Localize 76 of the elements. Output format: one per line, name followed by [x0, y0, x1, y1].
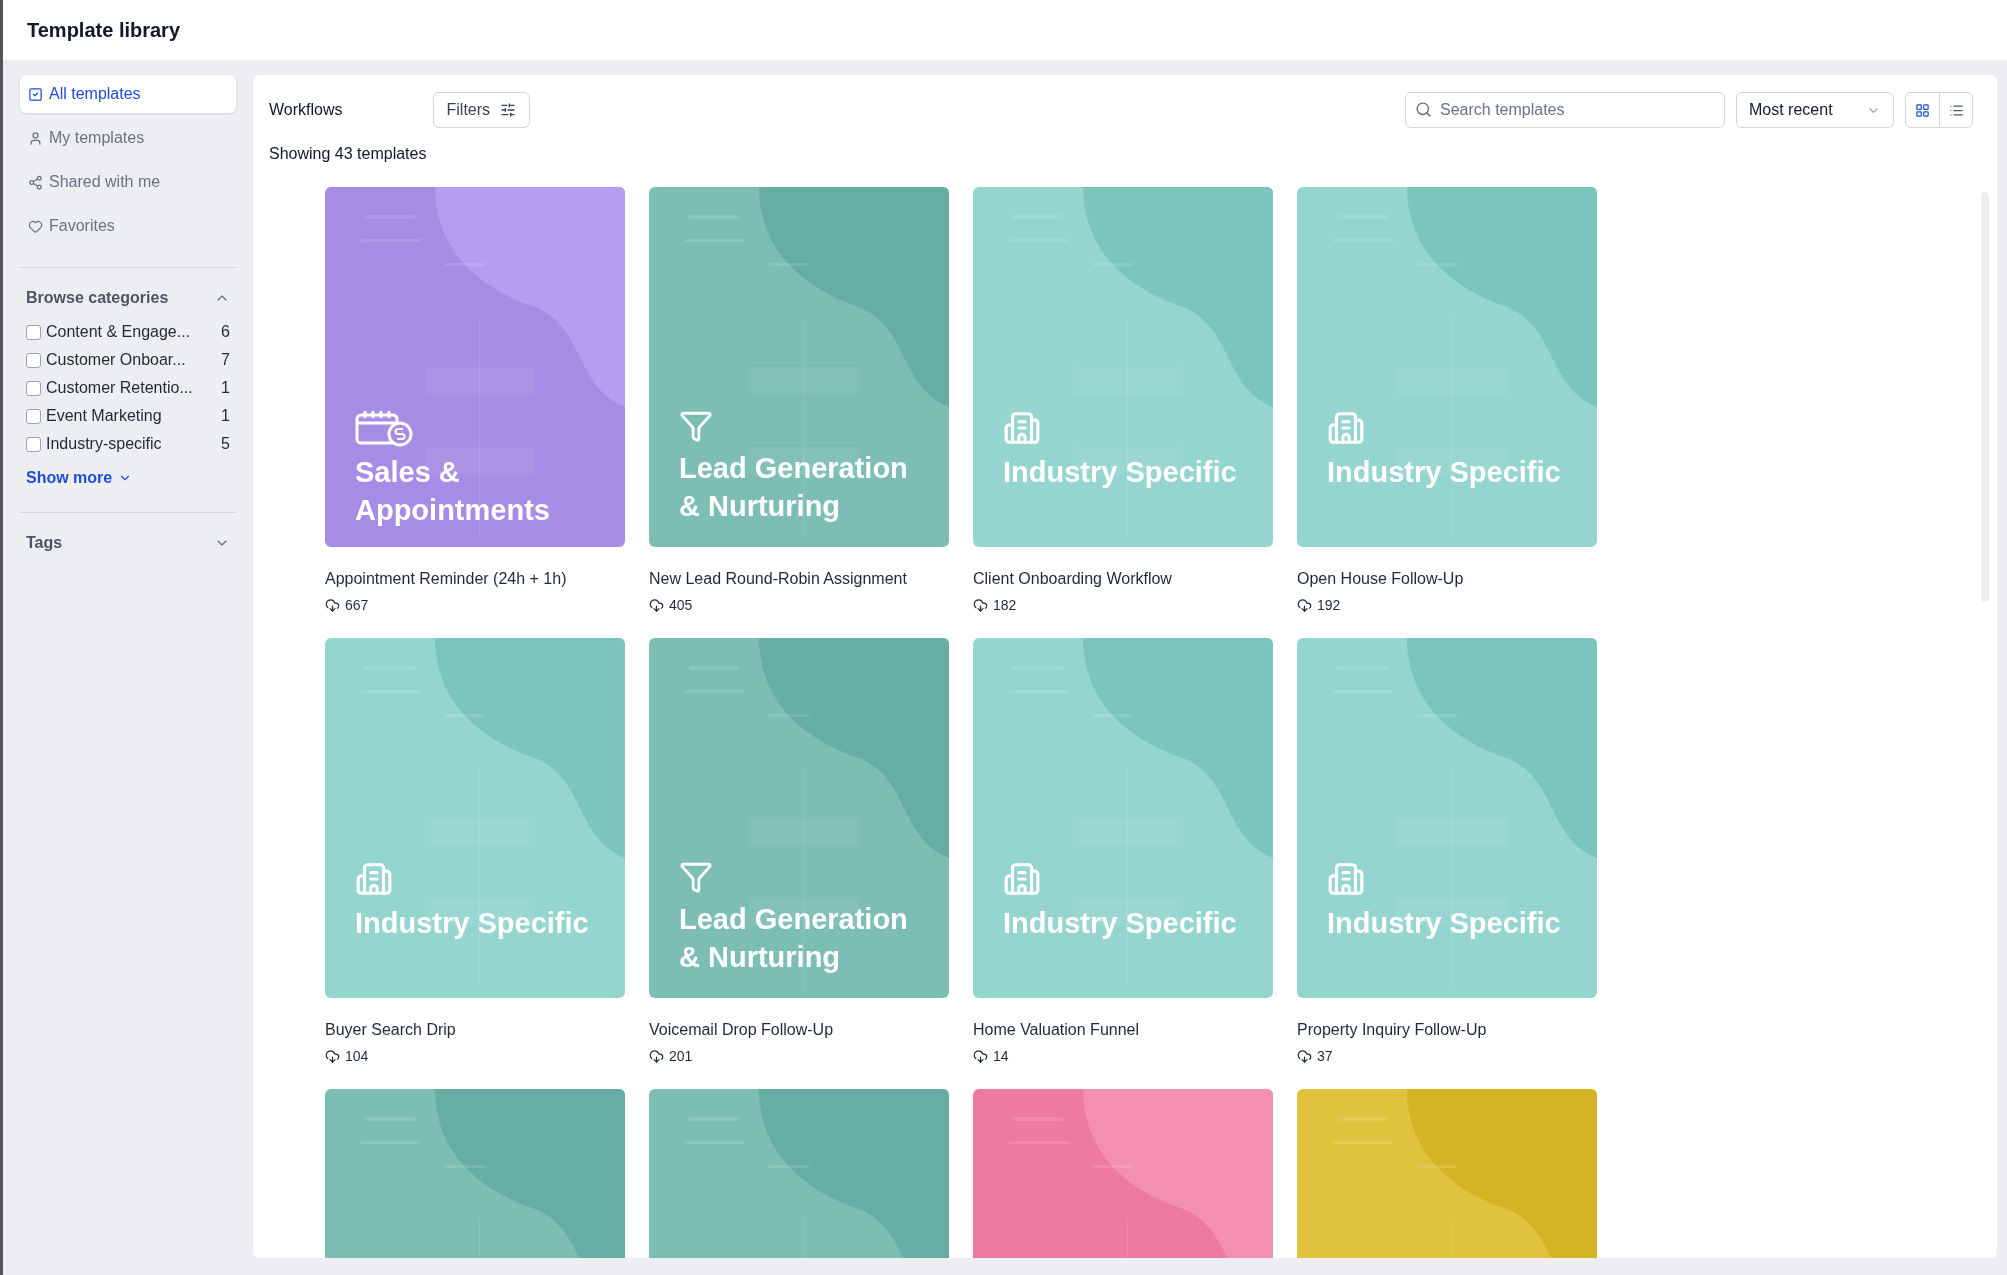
filters-button[interactable]: Filters	[432, 92, 531, 128]
search-field[interactable]: Search templates	[1405, 92, 1725, 128]
checkbox[interactable]	[26, 380, 41, 396]
checkbox[interactable]	[26, 408, 41, 424]
download-icon	[973, 598, 988, 613]
download-icon	[649, 1049, 664, 1064]
search-icon	[1415, 101, 1432, 118]
category-count: 1	[221, 378, 230, 398]
share-icon	[28, 174, 43, 190]
category-count: 5	[221, 434, 230, 454]
cover-title: Industry Specific	[1003, 906, 1238, 941]
category-count: 1	[221, 406, 230, 426]
section-heading: Tags	[26, 533, 63, 553]
download-icon	[1297, 598, 1312, 613]
buildings-icon	[1327, 860, 1365, 898]
cover-title: Sales & Appointments	[355, 455, 551, 528]
calendar-dollar-icon	[355, 409, 413, 447]
category-label: Event Marketing	[46, 406, 163, 426]
buildings-icon	[1327, 409, 1365, 447]
download-icon	[973, 1049, 988, 1064]
template-name[interactable]: Home Valuation Funnel	[973, 1018, 1273, 1042]
category-label: Customer Retentio...	[46, 378, 194, 398]
template-name[interactable]: Voicemail Drop Follow-Up	[649, 1018, 949, 1042]
download-icon	[325, 1049, 340, 1064]
section-heading: Browse categories	[26, 288, 169, 308]
heart-icon	[28, 218, 43, 234]
download-icon	[325, 598, 340, 613]
cover-title: Lead Generation & Nurturing	[679, 902, 909, 975]
sort-dropdown[interactable]: Most recent	[1736, 92, 1894, 128]
grid-icon	[1915, 102, 1930, 118]
download-count: 104	[345, 1047, 369, 1066]
buildings-icon	[1003, 860, 1041, 898]
checkbox[interactable]	[26, 324, 41, 340]
sidebar-item[interactable]: My templates	[20, 119, 236, 157]
cover-title: Industry Specific	[1003, 455, 1238, 490]
category-label: Industry-specific	[46, 434, 163, 454]
category-label: Content & Engage...	[46, 322, 192, 342]
sidebar-item[interactable]: All templates	[20, 75, 236, 113]
download-icon	[649, 598, 664, 613]
category-count: 7	[221, 350, 230, 370]
list-icon	[1948, 102, 1964, 118]
user-icon	[28, 130, 43, 146]
buildings-icon	[355, 860, 393, 898]
download-icon	[1297, 1049, 1312, 1064]
template-name[interactable]: Client Onboarding Workflow	[973, 567, 1273, 591]
show-more-link[interactable]: Show more	[20, 466, 236, 490]
download-count: 37	[1317, 1047, 1333, 1066]
template-name[interactable]: New Lead Round-Robin Assignment	[649, 567, 949, 591]
template-name[interactable]: Property Inquiry Follow-Up	[1297, 1018, 1597, 1042]
template-name[interactable]: Appointment Reminder (24h + 1h)	[325, 567, 625, 591]
section-title: Workflows	[269, 100, 343, 120]
funnel-icon	[679, 860, 713, 894]
category-label: Customer Onboar...	[46, 350, 187, 370]
template-name[interactable]: Buyer Search Drip	[325, 1018, 625, 1042]
sliders-icon	[500, 102, 517, 118]
download-count: 182	[993, 596, 1017, 615]
funnel-icon	[679, 409, 713, 443]
cover-title: Industry Specific	[1327, 455, 1562, 490]
checkbox[interactable]	[26, 352, 41, 368]
buildings-icon	[1003, 409, 1041, 447]
sidebar-item[interactable]: Favorites	[20, 207, 236, 245]
download-count: 14	[993, 1047, 1009, 1066]
download-count: 667	[345, 596, 369, 615]
category-count: 6	[221, 322, 230, 342]
checkbox-icon	[28, 86, 43, 102]
cover-title: Lead Generation & Nurturing	[679, 451, 909, 524]
cover-title: Industry Specific	[1327, 906, 1562, 941]
result-count: Showing 43 templates	[268, 144, 428, 164]
download-count: 405	[669, 596, 693, 615]
sidebar-item[interactable]: Shared with me	[20, 163, 236, 201]
window-title: Template library	[27, 18, 181, 43]
checkbox[interactable]	[26, 436, 41, 452]
download-count: 192	[1317, 596, 1341, 615]
download-count: 201	[669, 1047, 693, 1066]
cover-title: Industry Specific	[355, 906, 590, 941]
template-name[interactable]: Open House Follow-Up	[1297, 567, 1597, 591]
